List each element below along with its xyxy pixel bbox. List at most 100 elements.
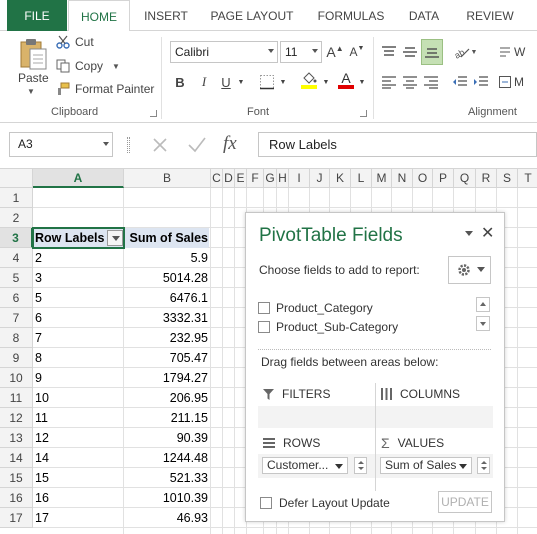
italic-button[interactable]: I — [194, 71, 214, 93]
column-header-f[interactable]: F — [247, 169, 264, 188]
tab-home[interactable]: HOME — [68, 0, 130, 32]
column-header-k[interactable]: K — [330, 169, 351, 188]
filters-drop-area[interactable] — [258, 406, 375, 428]
bottom-align-button[interactable] — [421, 39, 443, 65]
checkbox[interactable] — [258, 302, 270, 314]
scroll-down-button[interactable] — [476, 316, 490, 331]
values-field-pill[interactable]: Sum of Sales — [380, 457, 472, 474]
field-item-product-sub-category[interactable]: Product_Sub-Category — [258, 318, 398, 336]
pivot-row-label[interactable]: 17 — [35, 508, 123, 528]
tools-button[interactable] — [448, 256, 491, 284]
chevron-down-icon[interactable]: ▼ — [278, 71, 288, 93]
defer-checkbox[interactable] — [260, 497, 272, 509]
pivot-row-label[interactable]: 9 — [35, 368, 123, 388]
values-area-scroll[interactable] — [477, 457, 490, 474]
column-header-o[interactable]: O — [413, 169, 433, 188]
pivot-values-header[interactable]: Sum of Sales — [124, 228, 208, 248]
cancel-icon[interactable] — [151, 136, 169, 154]
pivot-row-label[interactable]: 8 — [35, 348, 123, 368]
column-header-l[interactable]: L — [351, 169, 372, 188]
tab-insert[interactable]: INSERT — [138, 0, 194, 31]
pivot-row-value[interactable]: 232.95 — [124, 328, 208, 348]
pivot-row-label[interactable]: 16 — [35, 488, 123, 508]
pivot-row-label[interactable]: 3 — [35, 268, 123, 288]
column-header-b[interactable]: B — [124, 169, 211, 188]
align-left-button[interactable] — [379, 71, 399, 93]
row-header-13[interactable]: 13 — [0, 428, 33, 448]
orientation-button[interactable]: ab ▼ — [452, 41, 478, 63]
column-header-r[interactable]: R — [476, 169, 497, 188]
columns-drop-area[interactable] — [376, 406, 493, 428]
field-item-product-category[interactable]: Product_Category — [258, 299, 373, 317]
tab-page-layout[interactable]: PAGE LAYOUT — [204, 0, 300, 31]
row-header-7[interactable]: 7 — [0, 308, 33, 328]
column-header-d[interactable]: D — [223, 169, 235, 188]
borders-button[interactable] — [256, 71, 278, 93]
pivot-row-value[interactable]: 211.15 — [124, 408, 208, 428]
pivot-row-value[interactable]: 521.33 — [124, 468, 208, 488]
close-icon[interactable]: ✕ — [481, 223, 494, 243]
middle-align-button[interactable] — [400, 41, 420, 63]
field-list-scrollbar[interactable] — [476, 297, 490, 331]
row-header-16[interactable]: 16 — [0, 488, 33, 508]
pivot-row-value[interactable]: 1244.48 — [124, 448, 208, 468]
row-header-6[interactable]: 6 — [0, 288, 33, 308]
tab-formulas[interactable]: FORMULAS — [310, 0, 392, 31]
align-center-button[interactable] — [400, 71, 420, 93]
wrap-text-button[interactable]: W — [499, 41, 537, 63]
format-painter-button[interactable]: Format Painter — [56, 80, 154, 98]
tab-data[interactable]: DATA — [402, 0, 446, 31]
row-header-9[interactable]: 9 — [0, 348, 33, 368]
pivot-row-value[interactable]: 5014.28 — [124, 268, 208, 288]
resize-handle[interactable] — [127, 137, 130, 153]
clipboard-launcher-icon[interactable] — [150, 110, 157, 117]
row-header-11[interactable]: 11 — [0, 388, 33, 408]
tab-review[interactable]: REVIEW — [458, 0, 522, 31]
pivot-row-value[interactable]: 46.93 — [124, 508, 208, 528]
column-header-p[interactable]: P — [433, 169, 454, 188]
pivot-row-label[interactable]: 10 — [35, 388, 123, 408]
chevron-down-icon[interactable]: ▼ — [236, 71, 246, 93]
row-header-8[interactable]: 8 — [0, 328, 33, 348]
row-header-1[interactable]: 1 — [0, 188, 33, 208]
column-header-h[interactable]: H — [277, 169, 289, 188]
underline-button[interactable]: U — [216, 71, 236, 93]
column-header-e[interactable]: E — [235, 169, 247, 188]
pivot-row-value[interactable]: 1794.27 — [124, 368, 208, 388]
column-header-g[interactable]: G — [264, 169, 277, 188]
column-header-t[interactable]: T — [518, 169, 537, 188]
copy-button[interactable]: Copy ▼ — [56, 57, 120, 75]
pivot-row-value[interactable]: 1010.39 — [124, 488, 208, 508]
bold-button[interactable]: B — [170, 71, 190, 93]
cut-button[interactable]: Cut — [56, 33, 94, 51]
row-header-10[interactable]: 10 — [0, 368, 33, 388]
font-name-select[interactable]: Calibri — [170, 41, 278, 63]
pivot-row-value[interactable]: 6476.1 — [124, 288, 208, 308]
chevron-down-icon[interactable]: ▼ — [357, 71, 367, 93]
increase-indent-button[interactable] — [471, 71, 491, 93]
pivot-row-value[interactable]: 705.47 — [124, 348, 208, 368]
pivot-row-value[interactable]: 5.9 — [124, 248, 208, 268]
pivot-row-value[interactable]: 90.39 — [124, 428, 208, 448]
align-right-button[interactable] — [421, 71, 441, 93]
fill-color-button[interactable] — [298, 69, 320, 91]
row-header-14[interactable]: 14 — [0, 448, 33, 468]
grow-font-button[interactable]: A ▲ — [326, 41, 344, 63]
tab-file[interactable]: FILE — [7, 0, 67, 31]
formula-input[interactable]: Row Labels — [258, 132, 537, 157]
pivot-row-label[interactable]: 6 — [35, 308, 123, 328]
chevron-down-icon[interactable] — [465, 231, 473, 236]
pivot-row-label[interactable]: 15 — [35, 468, 123, 488]
font-launcher-icon[interactable] — [360, 110, 367, 117]
chevron-down-icon[interactable]: ▼ — [321, 71, 331, 93]
column-header-n[interactable]: N — [392, 169, 413, 188]
merge-center-button[interactable]: M — [499, 71, 537, 93]
row-header-2[interactable]: 2 — [0, 208, 33, 228]
decrease-indent-button[interactable] — [450, 71, 470, 93]
font-size-select[interactable]: 11 — [280, 41, 322, 63]
shrink-font-button[interactable]: A ▼ — [348, 41, 366, 63]
pivot-row-label[interactable]: 2 — [35, 248, 123, 268]
row-header-15[interactable]: 15 — [0, 468, 33, 488]
chevron-down-icon[interactable]: ▼ — [112, 62, 120, 71]
pivot-row-label[interactable]: 7 — [35, 328, 123, 348]
